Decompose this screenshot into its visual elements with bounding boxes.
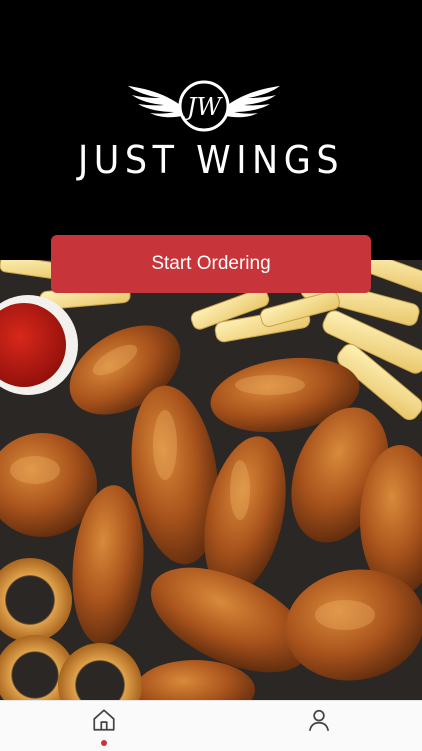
tab-home[interactable]	[84, 707, 124, 747]
winged-logo-icon: JW	[128, 80, 280, 132]
start-ordering-button[interactable]: Start Ordering	[51, 235, 371, 293]
user-icon	[308, 709, 330, 732]
home-icon	[93, 709, 115, 731]
active-tab-indicator	[101, 740, 107, 746]
hero-food-image	[0, 260, 422, 700]
bottom-tab-bar	[0, 700, 422, 751]
brand-name: JUST WINGS	[77, 138, 345, 182]
chicken-wings-photo	[0, 260, 422, 700]
logo-monogram: JW	[182, 93, 224, 121]
app-header: JW JUST WINGS	[0, 0, 422, 260]
tab-account[interactable]	[299, 707, 339, 747]
